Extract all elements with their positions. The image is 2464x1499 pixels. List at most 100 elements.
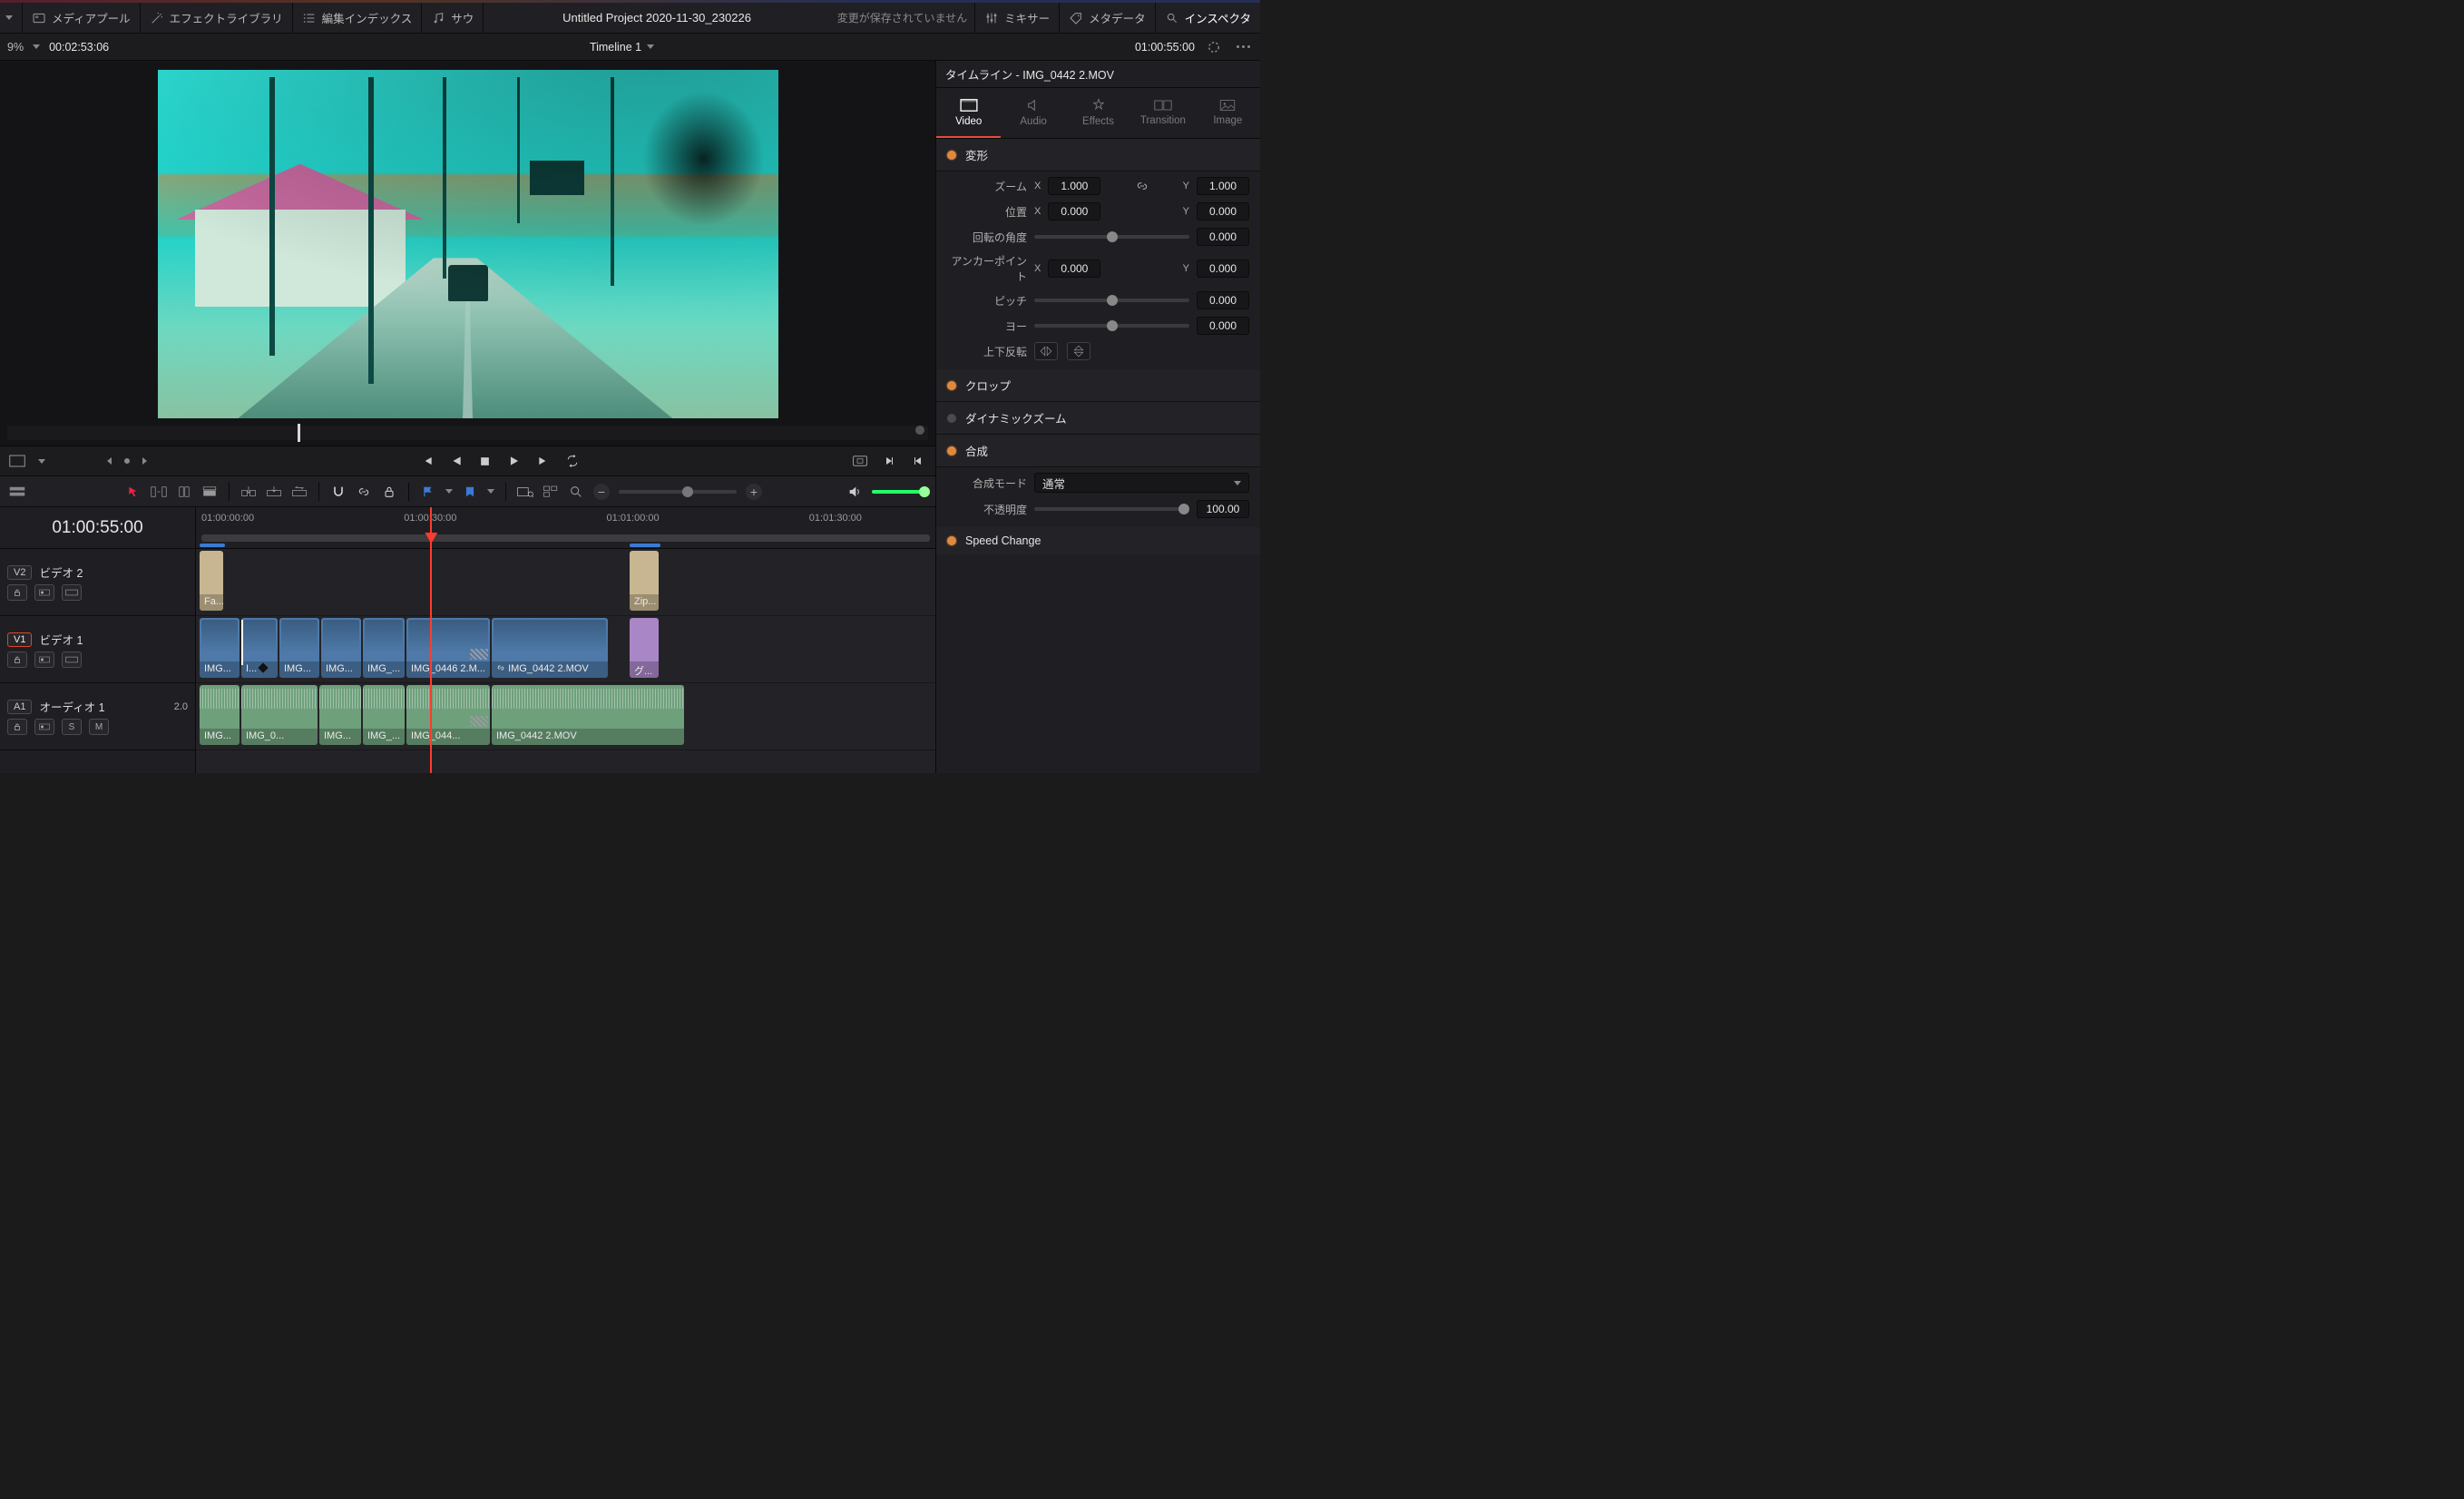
- record-timecode[interactable]: 01:00:55:00: [1135, 41, 1195, 54]
- zoom-x-input[interactable]: 1.000: [1048, 177, 1100, 195]
- a1-mute-button[interactable]: M: [89, 719, 109, 735]
- clip[interactable]: Zip...: [630, 551, 659, 611]
- inspector-tab-effects[interactable]: Effects: [1066, 88, 1130, 138]
- a1-chip[interactable]: A1: [7, 700, 32, 714]
- overwrite-button[interactable]: [266, 484, 282, 500]
- marker-button[interactable]: [462, 484, 478, 500]
- mute-button[interactable]: [846, 484, 863, 500]
- clip[interactable]: IMG_044...: [406, 685, 490, 745]
- zoom-in-button[interactable]: +: [746, 484, 762, 500]
- zoom-thumb[interactable]: [682, 486, 693, 497]
- viewer-scrubber[interactable]: [7, 426, 928, 440]
- yaw-input[interactable]: 0.000: [1197, 317, 1249, 335]
- next-edit-button[interactable]: [881, 453, 897, 469]
- viewer-options-button[interactable]: [1233, 37, 1253, 57]
- position-lock-button[interactable]: [381, 484, 397, 500]
- clip[interactable]: IMG_0442 2.MOV: [492, 618, 608, 678]
- insert-button[interactable]: [240, 484, 257, 500]
- clip[interactable]: IMG_0442 2.MOV: [492, 685, 684, 745]
- blade-tool[interactable]: [201, 484, 218, 500]
- fit-percent[interactable]: 9%: [7, 41, 24, 54]
- opacity-slider[interactable]: [1034, 507, 1189, 511]
- stop-button[interactable]: [477, 453, 494, 469]
- section-crop-toggle[interactable]: [947, 381, 956, 390]
- section-composite-toggle[interactable]: [947, 446, 956, 456]
- timeline-timecode[interactable]: 01:00:55:00: [0, 507, 195, 549]
- clip[interactable]: IMG_0...: [241, 685, 318, 745]
- section-dynzoom-toggle[interactable]: [947, 414, 956, 423]
- volume-slider[interactable]: [872, 490, 926, 494]
- program-viewer[interactable]: [0, 61, 935, 422]
- next-page-icon[interactable]: [142, 457, 147, 465]
- pitch-slider[interactable]: [1034, 299, 1189, 302]
- track-v1[interactable]: IMG...I... IMG...IMG...IMG_...IMG_0446 2…: [196, 616, 935, 683]
- timeline-view-button[interactable]: [517, 484, 533, 500]
- inspector-tab-video[interactable]: Video: [936, 88, 1001, 138]
- track-a1[interactable]: IMG...IMG_0...IMG...IMG_...IMG_044...IMG…: [196, 683, 935, 750]
- v1-lock-button[interactable]: [7, 652, 27, 668]
- clip[interactable]: IMG...: [279, 618, 319, 678]
- section-transform-header[interactable]: 変形: [936, 139, 1260, 171]
- playhead[interactable]: [430, 507, 432, 773]
- trim-tool[interactable]: [151, 484, 167, 500]
- scrub-knob[interactable]: [298, 424, 300, 442]
- opacity-input[interactable]: 100.00: [1197, 500, 1249, 518]
- track-head-v2[interactable]: V2ビデオ 2: [0, 549, 195, 616]
- flip-h-button[interactable]: [1034, 342, 1058, 360]
- track-head-a1[interactable]: A1オーディオ 12.0 S M: [0, 683, 195, 750]
- section-speed-toggle[interactable]: [947, 536, 956, 545]
- edit-index-button[interactable]: 編集インデックス: [293, 3, 423, 33]
- section-crop-header[interactable]: クロップ: [936, 369, 1260, 402]
- first-frame-button[interactable]: [419, 453, 435, 469]
- source-timecode[interactable]: 00:02:53:06: [49, 41, 109, 54]
- flag-caret-icon[interactable]: [445, 489, 453, 494]
- clip[interactable]: IMG...: [319, 685, 361, 745]
- rotation-input[interactable]: 0.000: [1197, 228, 1249, 246]
- v2-lock-button[interactable]: [7, 584, 27, 601]
- effects-library-button[interactable]: エフェクトライブラリ: [141, 3, 293, 33]
- rotation-slider[interactable]: [1034, 235, 1189, 239]
- v2-enable-button[interactable]: [62, 584, 82, 601]
- clip[interactable]: IMG...: [321, 618, 361, 678]
- pos-x-input[interactable]: 0.000: [1048, 202, 1100, 220]
- workspace-caret-icon[interactable]: [5, 15, 13, 20]
- inspector-tab-audio[interactable]: Audio: [1001, 88, 1065, 138]
- flag-button[interactable]: [420, 484, 436, 500]
- match-frame-button[interactable]: [852, 453, 868, 469]
- clip[interactable]: Fa...: [200, 551, 223, 611]
- section-dynzoom-header[interactable]: ダイナミックズーム: [936, 402, 1260, 435]
- in-point-marker[interactable]: [241, 620, 243, 665]
- link-button[interactable]: [356, 484, 372, 500]
- pitch-input[interactable]: 0.000: [1197, 291, 1249, 309]
- fit-caret-icon[interactable]: [33, 44, 40, 49]
- section-transform-toggle[interactable]: [947, 151, 956, 160]
- zoom-slider[interactable]: [619, 490, 737, 494]
- arrow-tool[interactable]: [125, 484, 142, 500]
- zoom-link-icon[interactable]: [1135, 179, 1149, 193]
- anchor-y-input[interactable]: 0.000: [1197, 260, 1249, 278]
- inspector-tab-transition[interactable]: Transition: [1130, 88, 1195, 138]
- play-button[interactable]: [506, 453, 523, 469]
- v1-chip[interactable]: V1: [7, 632, 32, 647]
- section-composite-header[interactable]: 合成: [936, 435, 1260, 467]
- media-pool-button[interactable]: メディアプール: [23, 3, 141, 33]
- timeline-ruler[interactable]: 01:00:00:0001:00:30:0001:01:00:0001:01:3…: [196, 507, 935, 549]
- v1-auto-select-button[interactable]: [34, 652, 54, 668]
- marker-caret-icon[interactable]: [487, 489, 494, 494]
- inspector-tab-image[interactable]: Image: [1196, 88, 1260, 138]
- metadata-button[interactable]: メタデータ: [1060, 3, 1156, 33]
- anchor-x-input[interactable]: 0.000: [1048, 260, 1100, 278]
- a1-solo-button[interactable]: S: [62, 719, 82, 735]
- find-button[interactable]: [568, 484, 584, 500]
- mix-view-button[interactable]: [543, 484, 559, 500]
- inspector-button[interactable]: インスペクタ: [1156, 3, 1260, 33]
- safe-caret-icon[interactable]: [38, 459, 45, 464]
- track-v2[interactable]: Fa... Zip...: [196, 549, 935, 616]
- sound-library-button[interactable]: サウ: [422, 3, 484, 33]
- play-reverse-button[interactable]: [448, 453, 464, 469]
- safe-area-button[interactable]: [9, 453, 25, 469]
- blend-mode-select[interactable]: 通常: [1034, 473, 1249, 493]
- clip[interactable]: グ...: [630, 618, 659, 678]
- prev-page-icon[interactable]: [107, 457, 112, 465]
- v1-enable-button[interactable]: [62, 652, 82, 668]
